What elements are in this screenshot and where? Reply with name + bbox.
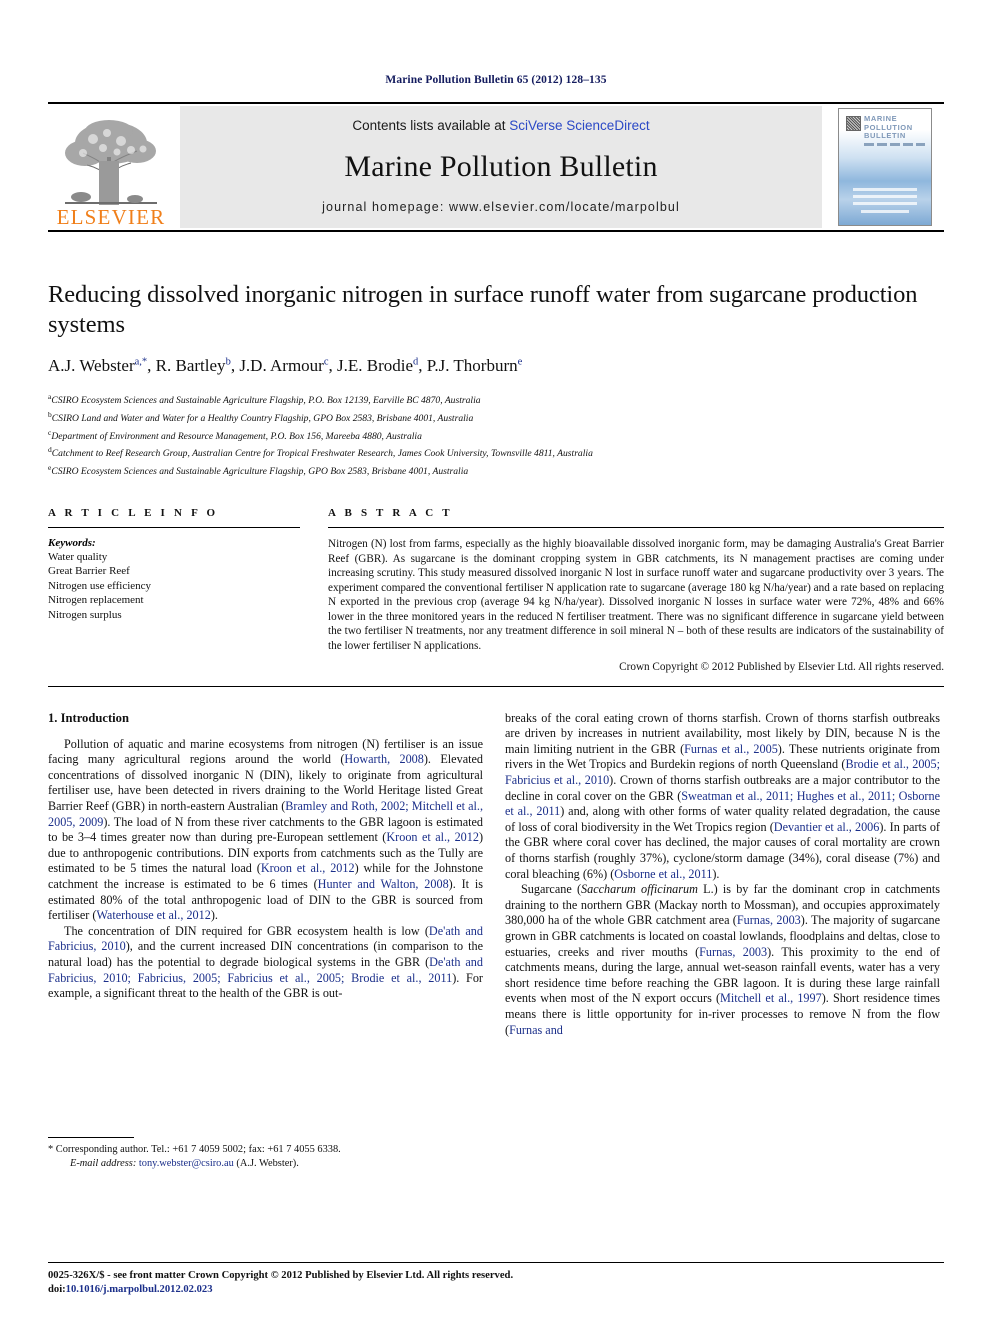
affiliation-item: dCatchment to Reef Research Group, Austr… [48, 443, 944, 461]
paragraph: Sugarcane (Saccharum officinarum L.) is … [505, 882, 941, 1037]
paragraph: breaks of the coral eating crown of thor… [505, 710, 940, 881]
author-affil-marker: b [225, 356, 231, 368]
journal-cover-thumbnail: MARINE POLLUTION BULLETIN [838, 108, 932, 226]
page-footer: 0025-326X/$ - see front matter Crown Cop… [48, 1262, 944, 1297]
sciencedirect-link[interactable]: SciVerse ScienceDirect [509, 118, 649, 133]
divider [48, 1262, 944, 1263]
keyword-list: Water quality Great Barrier Reef Nitroge… [48, 550, 300, 622]
author-name: J.E. Brodie [337, 356, 414, 375]
journal-masthead: ELSEVIER Contents lists available at Sci… [48, 102, 944, 232]
abstract-text: Nitrogen (N) lost from farms, especially… [328, 537, 944, 653]
masthead-center: Contents lists available at SciVerse Sci… [180, 106, 822, 228]
doi-label: doi: [48, 1284, 66, 1295]
keywords-label: Keywords: [48, 536, 96, 549]
email-suffix: (A.J. Webster). [236, 1158, 299, 1170]
info-abstract-section: A R T I C L E I N F O Keywords: Water qu… [48, 507, 944, 675]
keyword-item: Water quality [48, 550, 108, 563]
cover-title-text: MARINE POLLUTION BULLETIN [864, 114, 913, 140]
journal-title: Marine Pollution Bulletin [344, 149, 658, 183]
author-list: A.J. Webstera,*, R. Bartleyb, J.D. Armou… [48, 356, 523, 375]
keyword-item: Nitrogen replacement [48, 594, 144, 607]
contents-prefix: Contents lists available at [352, 118, 510, 133]
article-info-heading: A R T I C L E I N F O [48, 506, 219, 519]
email-label: E-mail address: [70, 1158, 137, 1170]
cover-band [853, 188, 917, 191]
divider [328, 526, 944, 528]
email-note: E-mail address: tony.webster@csiro.au (A… [48, 1157, 483, 1171]
keyword-item: Nitrogen use efficiency [48, 579, 152, 592]
running-head: Marine Pollution Bulletin 65 (2012) 128–… [385, 74, 607, 86]
affiliation-item: eCSIRO Ecosystem Sciences and Sustainabl… [48, 461, 944, 479]
email-link[interactable]: tony.webster@csiro.au [139, 1158, 234, 1169]
left-column: 1. Introduction Pollution of aquatic and… [48, 711, 483, 1171]
affiliation-text: Department of Environment and Resource M… [51, 430, 422, 442]
cover-band [853, 202, 917, 205]
author-affil-marker: e [517, 356, 523, 368]
author-affil-marker: c [323, 356, 329, 368]
issn-copyright-line: 0025-326X/$ - see front matter Crown Cop… [48, 1270, 514, 1281]
elsevier-logo: ELSEVIER [48, 104, 174, 230]
footnote-divider [48, 1137, 134, 1139]
author-name: P.J. Thorburn [426, 356, 518, 375]
affiliation-item: aCSIRO Ecosystem Sciences and Sustainabl… [48, 390, 944, 408]
corresponding-author-note: * Corresponding author. Tel.: +61 7 4059… [48, 1144, 341, 1156]
affiliation-text: CSIRO Ecosystem Sciences and Sustainable… [51, 395, 481, 407]
divider [48, 526, 300, 528]
page-title: Reducing dissolved inorganic nitrogen in… [48, 281, 918, 338]
paragraph: Pollution of aquatic and marine ecosyste… [48, 736, 484, 923]
paper-page: Marine Pollution Bulletin 65 (2012) 128–… [0, 0, 992, 1323]
right-column: breaks of the coral eating crown of thor… [505, 711, 940, 1171]
footnote-block: * Corresponding author. Tel.: +61 7 4059… [48, 1137, 483, 1170]
affiliation-text: Catchment to Reef Research Group, Austra… [51, 448, 593, 460]
author-affil-marker: a,* [134, 356, 148, 368]
body-columns: 1. Introduction Pollution of aquatic and… [48, 711, 944, 1171]
abstract-column: A B S T R A C T Nitrogen (N) lost from f… [328, 507, 944, 675]
elsevier-tree-icon [65, 120, 157, 205]
author-affil-marker: d [413, 356, 419, 368]
title-block: Reducing dissolved inorganic nitrogen in… [48, 280, 944, 479]
paragraph: The concentration of DIN required for GB… [48, 923, 483, 1001]
keyword-item: Nitrogen surplus [48, 608, 122, 621]
cover-subtitle-lines [864, 143, 925, 146]
contents-available-line: Contents lists available at SciVerse Sci… [352, 118, 649, 133]
divider [48, 685, 944, 687]
affiliation-text: CSIRO Ecosystem Sciences and Sustainable… [51, 466, 469, 478]
journal-homepage-link[interactable]: journal homepage: www.elsevier.com/locat… [322, 200, 680, 214]
article-info-column: A R T I C L E I N F O Keywords: Water qu… [48, 507, 300, 675]
abstract-heading: A B S T R A C T [328, 506, 453, 519]
section-heading-introduction: 1. Introduction [48, 710, 129, 725]
keyword-item: Great Barrier Reef [48, 565, 130, 578]
journal-cover-cell: MARINE POLLUTION BULLETIN [826, 104, 944, 230]
affiliation-list: aCSIRO Ecosystem Sciences and Sustainabl… [48, 390, 944, 479]
affiliation-item: cDepartment of Environment and Resource … [48, 426, 944, 444]
author-name: A.J. Webster [48, 356, 135, 375]
affiliation-text: CSIRO Land and Water and Water for a Hea… [51, 412, 474, 424]
cover-band [853, 195, 917, 198]
cover-emblem-icon [846, 116, 861, 131]
author-name: J.D. Armour [239, 356, 324, 375]
elsevier-wordmark: ELSEVIER [56, 205, 166, 229]
author-name: R. Bartley [155, 356, 226, 375]
cover-band [861, 210, 909, 213]
affiliation-item: bCSIRO Land and Water and Water for a He… [48, 408, 944, 426]
doi-link[interactable]: 10.1016/j.marpolbul.2012.02.023 [66, 1284, 213, 1295]
abstract-copyright: Crown Copyright © 2012 Published by Else… [619, 660, 944, 673]
doi-line: doi:10.1016/j.marpolbul.2012.02.023 [48, 1283, 944, 1297]
